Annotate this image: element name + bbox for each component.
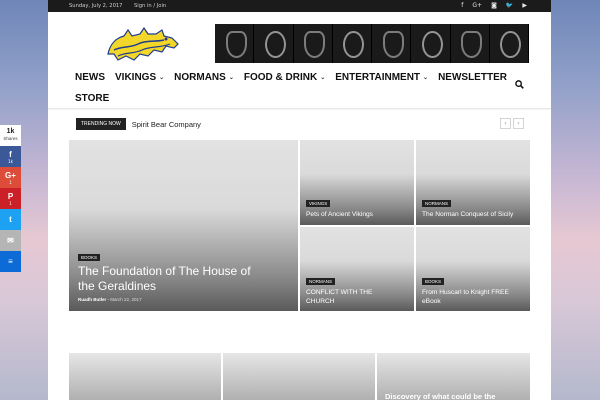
author-name[interactable]: Ruadh Butler <box>78 297 106 302</box>
featured-tile[interactable]: NORMANS The Norman Conquest of Sicily <box>416 140 530 225</box>
trending-link[interactable]: Spirit Bear Company <box>132 120 201 129</box>
top-bar: Sunday, July 2, 2017 Sign in / Join f G+… <box>48 0 551 12</box>
banner-pendant-image <box>372 24 412 63</box>
banner-pendant-image <box>294 24 333 63</box>
site-logo[interactable] <box>104 24 182 64</box>
featured-tile[interactable]: NORMANS CONFLICT WITH THE CHURCH <box>300 227 414 311</box>
share-sidebar: 1k Shares f 1k G+ 1 P 1 t ✉ ≡ <box>0 125 21 272</box>
category-badge[interactable]: NORMANS <box>306 278 336 285</box>
twitter-icon[interactable]: 🐦 <box>506 0 513 12</box>
share-count: 1 <box>9 179 12 185</box>
nav-item-normans[interactable]: NORMANS ⌄ <box>174 70 234 84</box>
featured-tile[interactable]: VIKINGS Pets of Ancient Vikings <box>300 140 414 225</box>
twitter-icon: t <box>9 215 12 224</box>
email-share-button[interactable]: ✉ <box>0 230 21 251</box>
nav-item-label: VIKINGS <box>115 71 157 83</box>
banner-pendant-image <box>215 24 255 63</box>
banner-ring-image <box>333 24 372 63</box>
google-plus-icon: G+ <box>5 170 16 180</box>
banner-ring-image <box>254 24 294 63</box>
instagram-icon[interactable]: ◙ <box>491 0 497 12</box>
youtube-icon[interactable]: ▶ <box>522 0 527 12</box>
banner-ring-image <box>411 24 451 63</box>
category-badge[interactable]: BOOKS <box>422 278 445 285</box>
current-date: Sunday, July 2, 2017 <box>69 3 123 9</box>
nav-item-label: NEWS <box>75 71 105 83</box>
chevron-down-icon: ⌄ <box>228 74 234 81</box>
twitter-share-button[interactable]: t <box>0 209 21 230</box>
article-tile-title[interactable]: Discovery of what could be the <box>385 392 495 400</box>
nav-item-label: ENTERTAINMENT <box>335 71 421 83</box>
featured-tile-title[interactable]: CONFLICT WITH THE CHURCH <box>306 288 396 306</box>
nav-item-news[interactable]: NEWS <box>75 70 105 84</box>
banner-pendant-image <box>451 24 490 63</box>
post-date: March 22, 2017 <box>110 297 142 302</box>
article-tile[interactable]: Discovery of what could be the <box>377 353 530 400</box>
share-total-count: 1k <box>6 128 15 135</box>
trending-controls: ‹ › <box>500 118 524 129</box>
meta-separator: - <box>107 297 110 302</box>
featured-tile-title[interactable]: Pets of Ancient Vikings <box>306 210 406 219</box>
chevron-down-icon: ⌄ <box>159 74 165 81</box>
category-badge[interactable]: BOOKS <box>78 254 101 261</box>
nav-item-label: FOOD & DRINK <box>243 71 318 83</box>
share-total: 1k Shares <box>0 125 21 146</box>
nav-item-food-drink[interactable]: FOOD & DRINK ⌄ <box>244 70 325 84</box>
featured-tile-title[interactable]: From Huscarl to Knight FREE eBook <box>422 288 522 306</box>
social-links: f G+ ◙ 🐦 ▶ <box>461 0 527 12</box>
featured-main-title[interactable]: The Foundation of The House of the Geral… <box>78 264 268 294</box>
google-plus-share-button[interactable]: G+ 1 <box>0 167 21 188</box>
sumome-share-button[interactable]: ≡ <box>0 251 21 272</box>
nav-item-store[interactable]: STORE <box>75 91 109 105</box>
nav-item-vikings[interactable]: VIKINGS ⌄ <box>115 70 164 84</box>
share-count: 1 <box>9 200 12 206</box>
category-badge[interactable]: VIKINGS <box>306 200 331 207</box>
main-navigation: NEWS VIKINGS ⌄ NORMANS ⌄ FOOD & DRINK ⌄ ENT… <box>48 66 551 108</box>
facebook-share-button[interactable]: f 1k <box>0 146 21 167</box>
nav-divider <box>48 108 551 110</box>
facebook-icon[interactable]: f <box>461 0 463 12</box>
trending-label: TRENDING NOW <box>76 118 126 130</box>
nav-item-label: NEWSLETTER <box>438 71 507 83</box>
nav-item-newsletter[interactable]: NEWSLETTER <box>438 70 507 84</box>
google-plus-icon[interactable]: G+ <box>472 0 482 12</box>
pinterest-icon: P <box>7 191 14 201</box>
share-count: 1k <box>8 158 13 164</box>
header-banner-ad[interactable] <box>215 24 529 63</box>
featured-main-tile[interactable]: BOOKS The Foundation of The House of the… <box>69 140 298 311</box>
post-meta: Ruadh Butler - March 22, 2017 <box>78 297 142 302</box>
banner-ring-image <box>490 24 529 63</box>
nav-item-label: STORE <box>75 92 110 104</box>
nav-item-entertainment[interactable]: ENTERTAINMENT ⌄ <box>335 70 428 84</box>
chevron-down-icon: ⌄ <box>423 74 429 81</box>
category-badge[interactable]: NORMANS <box>422 200 452 207</box>
nav-item-label: NORMANS <box>174 71 226 83</box>
trending-bar: TRENDING NOW Spirit Bear Company <box>76 117 201 131</box>
sign-in-link[interactable]: Sign in / Join <box>134 0 166 12</box>
chevron-left-icon[interactable]: ‹ <box>500 118 511 129</box>
page-container: Sunday, July 2, 2017 Sign in / Join f G+… <box>48 0 551 400</box>
pinterest-share-button[interactable]: P 1 <box>0 188 21 209</box>
sumome-icon: ≡ <box>8 257 13 266</box>
chevron-down-icon: ⌄ <box>320 74 326 81</box>
article-tile[interactable] <box>223 353 375 400</box>
chevron-right-icon[interactable]: › <box>513 118 524 129</box>
email-icon: ✉ <box>7 236 14 245</box>
featured-tile[interactable]: BOOKS From Huscarl to Knight FREE eBook <box>416 227 530 311</box>
search-icon[interactable] <box>515 80 524 92</box>
article-tile[interactable] <box>69 353 221 400</box>
featured-tile-title[interactable]: The Norman Conquest of Sicily <box>422 210 527 219</box>
share-total-label: Shares <box>3 136 18 141</box>
facebook-icon: f <box>9 149 12 159</box>
